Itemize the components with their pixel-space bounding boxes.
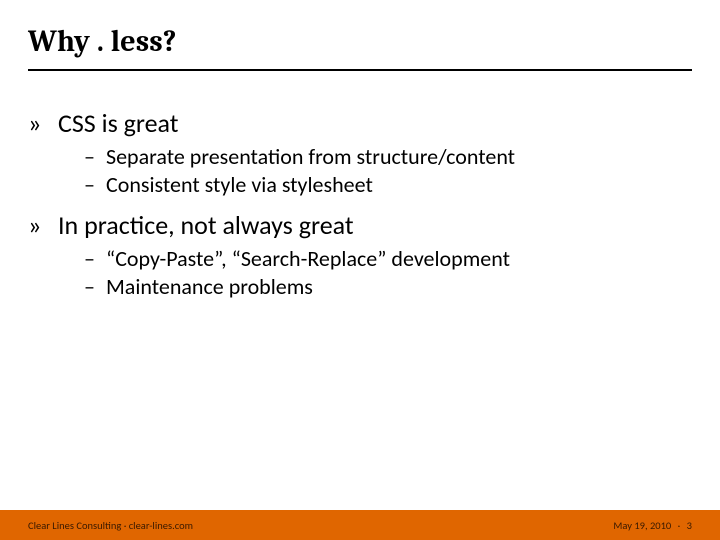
sub-bullet-text: Separate presentation from structure/con… xyxy=(106,143,515,171)
raquo-icon: » xyxy=(28,110,48,136)
dash-icon: – xyxy=(84,245,98,273)
dot-separator-icon: · xyxy=(678,519,681,532)
raquo-icon: » xyxy=(28,212,48,238)
bullet-l2: – “Copy-Paste”, “Search-Replace” develop… xyxy=(84,245,692,273)
sub-bullets: – “Copy-Paste”, “Search-Replace” develop… xyxy=(84,245,692,300)
bullet-l2: – Maintenance problems xyxy=(84,273,692,301)
dash-icon: – xyxy=(84,143,98,171)
footer-left: Clear Lines Consulting · clear-lines.com xyxy=(28,519,193,532)
title-underline xyxy=(28,69,692,71)
bullet-l1: » In practice, not always great xyxy=(28,210,692,241)
bullet-l1: » CSS is great xyxy=(28,108,692,139)
bullet-text: CSS is great xyxy=(58,108,178,139)
dash-icon: – xyxy=(84,171,98,199)
footer-bar: Clear Lines Consulting · clear-lines.com… xyxy=(0,510,720,540)
sub-bullet-text: “Copy-Paste”, “Search-Replace” developme… xyxy=(106,245,510,273)
page-number: 3 xyxy=(687,519,692,532)
slide: Why . less? » CSS is great – Separate pr… xyxy=(0,0,720,540)
slide-title: Why . less? xyxy=(28,24,692,59)
sub-bullets: – Separate presentation from structure/c… xyxy=(84,143,692,198)
footer-inner: Clear Lines Consulting · clear-lines.com… xyxy=(28,510,692,540)
sub-bullet-text: Maintenance problems xyxy=(106,273,313,301)
footer-right: May 19, 2010 · 3 xyxy=(613,519,692,532)
bullet-l2: – Consistent style via stylesheet xyxy=(84,171,692,199)
slide-content: » CSS is great – Separate presentation f… xyxy=(28,108,692,312)
bullet-l2: – Separate presentation from structure/c… xyxy=(84,143,692,171)
dash-icon: – xyxy=(84,273,98,301)
bullet-text: In practice, not always great xyxy=(58,210,354,241)
title-area: Why . less? xyxy=(28,24,692,71)
footer-date: May 19, 2010 xyxy=(613,519,671,532)
sub-bullet-text: Consistent style via stylesheet xyxy=(106,171,373,199)
